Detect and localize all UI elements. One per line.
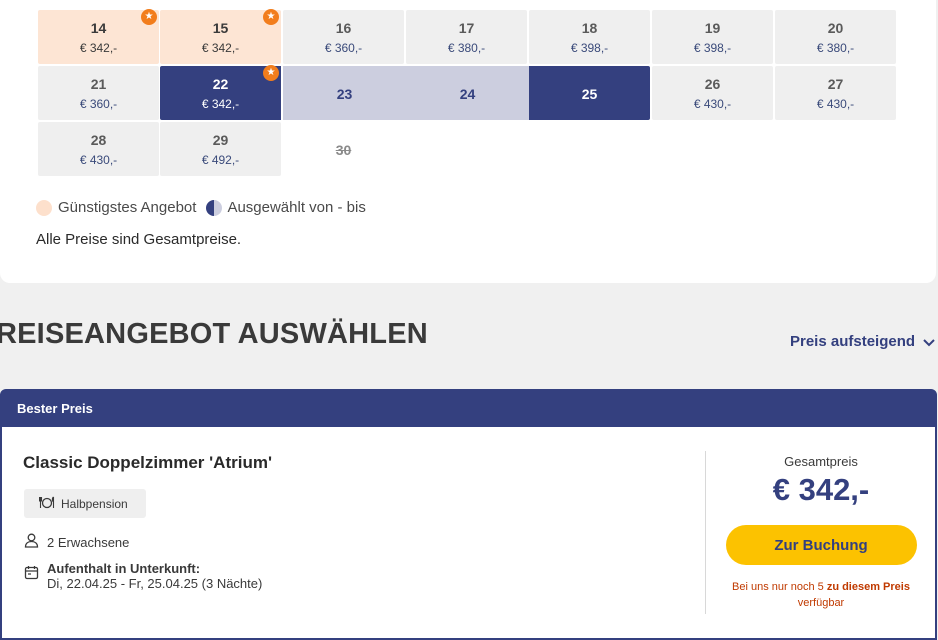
calendar-day-30: 30: [283, 122, 404, 176]
room-name: Classic Doppelzimmer 'Atrium': [23, 453, 272, 472]
calendar-day-26[interactable]: 26 € 430,-: [652, 66, 773, 120]
calendar-day-price: € 380,-: [447, 41, 486, 55]
legend-cheapest-label: Günstigstes Angebot: [58, 199, 197, 216]
calendar-day-number: 27: [827, 76, 844, 92]
star-icon: ★: [141, 9, 157, 25]
calendar-day-number: 26: [704, 76, 721, 92]
calendar-day-15[interactable]: 15 € 342,- ★: [160, 9, 281, 64]
legend-selected-label: Ausgewählt von - bis: [227, 199, 366, 216]
calendar-day-number: 18: [581, 20, 598, 36]
calendar-day-27[interactable]: 27 € 430,-: [775, 66, 896, 120]
stay-info: Aufenthalt in Unterkunft: Di, 22.04.25 -…: [24, 561, 262, 591]
star-icon: ★: [263, 9, 279, 25]
calendar-day-price: € 430,-: [816, 97, 855, 111]
board-badge: Halbpension: [24, 489, 146, 518]
calendar-day-14[interactable]: 14 € 342,- ★: [38, 9, 159, 64]
calendar-legend: Günstigstes Angebot Ausgewählt von - bis: [36, 199, 366, 216]
persons-info: 2 Erwachsene: [24, 533, 129, 552]
offer-divider: [705, 451, 706, 614]
calendar-day-29[interactable]: 29 € 492,-: [160, 122, 281, 176]
availability-bold: zu diesem Preis: [826, 581, 910, 593]
availability-note: Bei uns nur noch 5 zu diesem Preis verfü…: [707, 579, 935, 611]
offer-header: Bester Preis: [2, 391, 935, 427]
calendar-icon: [24, 565, 39, 591]
prices-note: Alle Preise sind Gesamtpreise.: [36, 231, 242, 248]
board-label: Halbpension: [61, 496, 128, 511]
calendar-day-price: € 398,-: [693, 41, 732, 55]
offer-card: Bester Preis Classic Doppelzimmer 'Atriu…: [0, 389, 937, 640]
calendar-day-number: 23: [336, 86, 353, 102]
calendar-day-23[interactable]: 23: [283, 66, 406, 120]
calendar-day-number: 21: [90, 76, 107, 92]
calendar-day-number: 16: [335, 20, 352, 36]
calendar-day-18[interactable]: 18 € 398,-: [529, 10, 650, 64]
calendar-day-number: 20: [827, 20, 844, 36]
calendar-day-19[interactable]: 19 € 398,-: [652, 10, 773, 64]
availability-prefix: Bei uns nur noch 5: [732, 581, 827, 593]
sort-label: Preis aufsteigend: [790, 333, 916, 350]
calendar-card: 14 € 342,- ★ 15 € 342,- ★ 16 € 360,- 17 € 380,- 18…: [0, 0, 936, 283]
persons-label: 2 Erwachsene: [47, 535, 130, 550]
calendar-day-24[interactable]: 24: [406, 66, 529, 120]
cutlery-icon: [38, 496, 55, 512]
calendar-day-number: 29: [212, 132, 229, 148]
calendar-day-22[interactable]: 22 € 342,- ★: [160, 65, 281, 120]
calendar-day-number: 25: [581, 86, 598, 102]
total-price-value: € 342,-: [772, 472, 870, 507]
calendar-day-price: € 492,-: [201, 153, 240, 167]
price-box: Gesamtpreis € 342,- Zur Buchung Bei uns …: [707, 451, 935, 611]
selected-range-icon: [206, 199, 223, 216]
cheapest-dot-icon: [36, 199, 52, 216]
star-icon: ★: [263, 65, 279, 81]
calendar-day-number: 19: [704, 20, 721, 36]
calendar-day-number: 14: [90, 20, 107, 36]
stay-dates: Di, 22.04.25 - Fr, 25.04.25 (3 Nächte): [47, 576, 263, 591]
chevron-down-icon: [923, 334, 935, 350]
book-button[interactable]: Zur Buchung: [725, 525, 917, 565]
stay-label: Aufenthalt in Unterkunft:: [47, 561, 201, 576]
calendar-day-number: 30: [335, 142, 352, 158]
calendar-day-price: € 380,-: [816, 41, 855, 55]
calendar-day-price: € 360,-: [324, 41, 363, 55]
calendar-day-17[interactable]: 17 € 380,-: [406, 10, 527, 64]
calendar-day-price: € 430,-: [79, 153, 118, 167]
calendar-day-25[interactable]: 25: [529, 66, 650, 120]
calendar-day-20[interactable]: 20 € 380,-: [775, 10, 896, 64]
calendar-day-number: 17: [458, 20, 475, 36]
section-title: REISEANGEBOT AUSWÄHLEN: [0, 318, 428, 350]
calendar-day-16[interactable]: 16 € 360,-: [283, 10, 404, 64]
calendar-day-number: 28: [90, 132, 107, 148]
calendar-day-28[interactable]: 28 € 430,-: [38, 122, 159, 176]
calendar-day-number: 24: [459, 86, 476, 102]
calendar-day-price: € 360,-: [79, 97, 118, 111]
calendar-day-price: € 398,-: [570, 41, 609, 55]
calendar-day-number: 22: [212, 76, 229, 92]
calendar-day-price: € 430,-: [693, 97, 732, 111]
calendar-day-price: € 342,-: [201, 41, 240, 55]
calendar-day-price: € 342,-: [201, 97, 240, 111]
calendar-day-number: 15: [212, 20, 229, 36]
total-price-label: Gesamtpreis: [784, 454, 858, 469]
calendar-day-price: € 342,-: [79, 41, 118, 55]
sort-dropdown[interactable]: Preis aufsteigend: [790, 333, 935, 350]
calendar-day-21[interactable]: 21 € 360,-: [38, 66, 159, 120]
availability-suffix: verfügbar: [797, 597, 845, 609]
person-icon: [24, 533, 39, 552]
